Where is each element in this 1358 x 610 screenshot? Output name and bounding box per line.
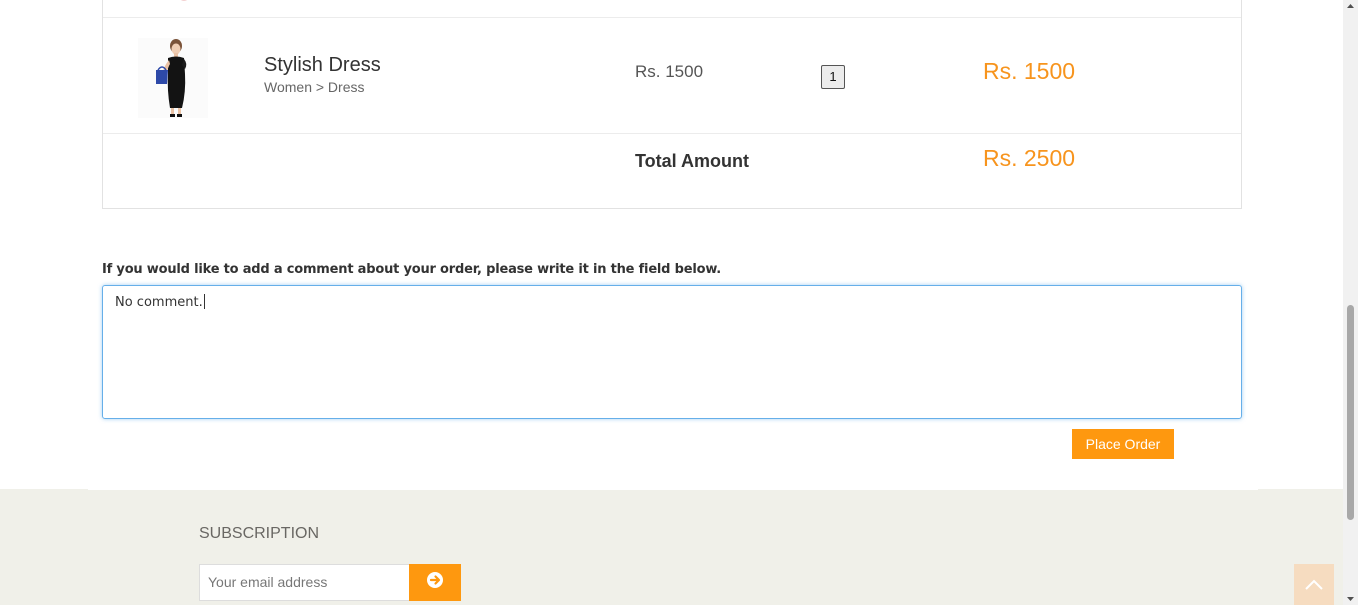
comment-textarea[interactable]: No comment. <box>102 285 1242 419</box>
quantity-field[interactable]: 1 <box>821 65 845 89</box>
row-divider <box>103 133 1241 134</box>
email-input[interactable]: Your email address <box>199 564 410 601</box>
comment-label: If you would like to add a comment about… <box>102 262 722 277</box>
place-order-button[interactable]: Place Order <box>1072 429 1174 459</box>
arrow-circle-right-icon <box>427 572 443 588</box>
cart-table: Stylish Dress Women > Dress Rs. 1500 1 R… <box>102 0 1242 209</box>
text-caret <box>203 294 205 309</box>
comment-text: No comment. <box>115 295 203 310</box>
chevron-up-icon <box>1305 579 1323 590</box>
total-label: Total Amount <box>635 151 749 171</box>
row-divider <box>103 17 1241 18</box>
product-thumbnail[interactable] <box>138 38 208 118</box>
scrollbar-thumb[interactable] <box>1347 305 1354 520</box>
subscribe-button[interactable] <box>409 564 461 601</box>
total-value: Rs. 2500 <box>983 145 1076 171</box>
footer-divider <box>88 489 1258 490</box>
line-total: Rs. 1500 <box>983 58 1076 84</box>
subscription-title: SUBSCRIPTION <box>199 525 320 542</box>
footer: SUBSCRIPTION Your email address <box>0 489 1343 605</box>
scroll-to-top-button[interactable] <box>1294 564 1334 605</box>
unit-price: Rs. 1500 <box>635 62 704 81</box>
product-name[interactable]: Stylish Dress <box>264 54 381 77</box>
vertical-scrollbar[interactable] <box>1343 0 1358 605</box>
product-category: Women > Dress <box>264 79 365 95</box>
previous-item-thumbnail <box>180 0 188 1</box>
page: Stylish Dress Women > Dress Rs. 1500 1 R… <box>0 0 1343 605</box>
scroll-down-arrow-icon[interactable] <box>1343 593 1358 605</box>
scroll-up-arrow-icon[interactable] <box>1343 0 1358 12</box>
